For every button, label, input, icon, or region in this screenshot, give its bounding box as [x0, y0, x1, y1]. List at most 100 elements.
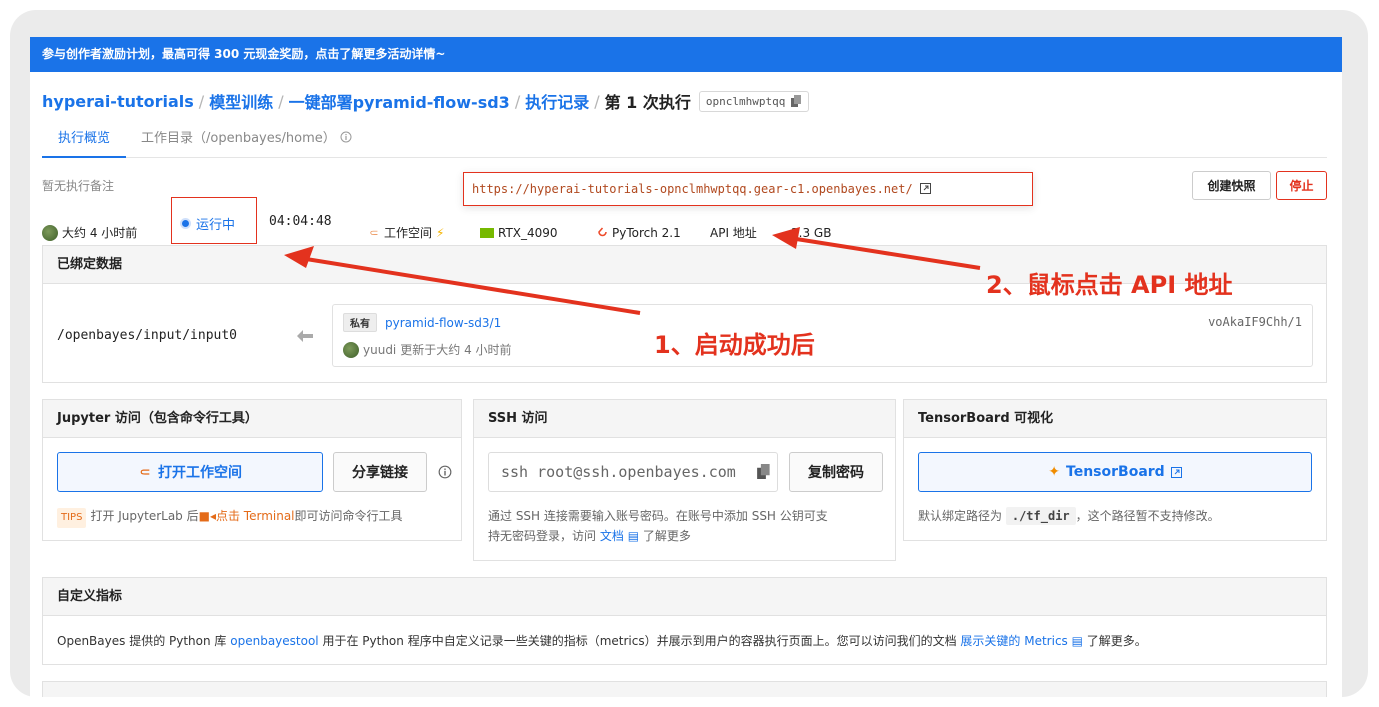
breadcrumb-project[interactable]: 一键部署pyramid-flow-sd3 — [289, 89, 510, 113]
doc-icon: ▤ — [627, 529, 640, 543]
jupyter-title: Jupyter 访问（包含命令行工具） — [43, 400, 461, 438]
doc-icon: ▤ — [1071, 634, 1083, 648]
tab-overview[interactable]: 执行概览 — [42, 128, 126, 158]
page: 参与创作者激励计划，最高可得 300 元现金奖励，点击了解更多活动详情~ hyp… — [30, 37, 1342, 697]
dataset-version: voAkaIF9Chh/1 — [1208, 315, 1302, 329]
info-icon — [340, 131, 352, 143]
promo-banner[interactable]: 参与创作者激励计划，最高可得 300 元现金奖励，点击了解更多活动详情~ — [30, 37, 1342, 72]
open-workspace-label: 打开工作空间 — [158, 465, 242, 481]
tips-text: 打开 JupyterLab 后 — [90, 509, 199, 523]
mount-path: /openbayes/input/input0 — [57, 328, 238, 343]
breadcrumb-separator: / — [198, 91, 205, 111]
metrics-text-2: 用于在 Python 程序中自定义记录一些关键的指标（metrics）并展示到用… — [322, 634, 957, 648]
open-workspace-button[interactable]: ⸦ 打开工作空间 — [57, 452, 323, 492]
tips-text-end: 即可访问命令行工具 — [294, 509, 403, 523]
breadcrumb-separator: / — [594, 91, 600, 111]
elapsed-timer: 04:04:48 — [269, 214, 332, 229]
gpu-label: RTX_4090 — [498, 226, 558, 240]
jupyter-tips: TIPS 打开 JupyterLab 后■◂点击 Terminal即可访问命令行工… — [57, 506, 403, 528]
dataset-user: yuudi — [363, 342, 397, 357]
ssh-card: SSH 访问 ssh root@ssh.openbayes.com 复制密码 通… — [473, 399, 896, 561]
metrics-description: OpenBayes 提供的 Python 库 openbayestool 用于在… — [57, 632, 1147, 649]
avatar — [42, 225, 58, 241]
run-note: 暂无执行备注 — [42, 179, 115, 193]
ssh-desc-line1: 通过 SSH 连接需要输入账号密码。在账号中添加 SSH 公钥可支 — [488, 509, 828, 523]
dataset-updated: 更新于大约 4 小时前 — [400, 343, 512, 357]
next-card — [42, 681, 1327, 697]
openbayestool-link[interactable]: openbayestool — [230, 634, 318, 648]
tensorboard-icon: ✦ — [1048, 464, 1061, 480]
tb-path: ./tf_dir — [1005, 507, 1076, 525]
workspace-label[interactable]: 工作空间 — [384, 223, 432, 243]
ssh-doc-link[interactable]: 文档 — [600, 529, 624, 543]
tips-click-terminal: 点击 Terminal — [215, 509, 295, 523]
breadcrumb: hyperai-tutorials / 模型训练 / 一键部署pyramid-f… — [42, 89, 810, 113]
metrics-text-1: OpenBayes 提供的 Python 库 — [57, 634, 227, 648]
breadcrumb-separator: / — [514, 91, 521, 111]
external-link-icon[interactable] — [919, 183, 931, 194]
info-icon[interactable] — [438, 465, 452, 479]
status-label: 运行中 — [196, 218, 236, 233]
stop-button[interactable]: 停止 — [1276, 171, 1327, 200]
breadcrumb-section[interactable]: 模型训练 — [209, 89, 273, 113]
tensorboard-title: TensorBoard 可视化 — [904, 400, 1326, 438]
run-id-chip[interactable]: opnclmhwptqq — [698, 90, 810, 112]
breadcrumb-runs[interactable]: 执行记录 — [525, 89, 589, 113]
annotation-step1: 1、启动成功后 — [654, 331, 815, 359]
framework-label: PyTorch 2.1 — [612, 226, 681, 240]
copy-password-button[interactable]: 复制密码 — [789, 452, 883, 492]
metrics-doc-link[interactable]: 展示关键的 Metrics — [960, 634, 1067, 648]
api-address-label[interactable]: API 地址 — [710, 223, 757, 243]
breadcrumb-separator: / — [278, 91, 284, 111]
jupyter-icon: ⸦ — [138, 464, 152, 481]
ssh-description: 通过 SSH 连接需要输入账号密码。在账号中添加 SSH 公钥可支 持无密码登录… — [488, 506, 828, 546]
tb-desc-1: 默认绑定路径为 — [918, 509, 1003, 523]
ssh-desc-line3: 了解更多 — [642, 529, 691, 543]
tab-bar: 执行概览 工作目录（/openbayes/home） — [42, 128, 1327, 158]
run-id: opnclmhwptqq — [705, 94, 786, 108]
ssh-title: SSH 访问 — [474, 400, 895, 438]
create-snapshot-button[interactable]: 创建快照 — [1192, 171, 1271, 200]
storage-size: 2.3 GB — [791, 226, 832, 240]
api-url-popover[interactable]: https://hyperai-tutorials-opnclmhwptqq.g… — [463, 172, 1033, 206]
metrics-text-3: 了解更多。 — [1086, 634, 1147, 648]
api-url[interactable]: https://hyperai-tutorials-opnclmhwptqq.g… — [472, 182, 913, 196]
private-tag: 私有 — [343, 313, 377, 332]
tensorboard-label: TensorBoard — [1066, 464, 1165, 480]
avatar — [343, 341, 359, 358]
share-link-button[interactable]: 分享链接 — [333, 452, 427, 492]
metrics-card: 自定义指标 OpenBayes 提供的 Python 库 openbayesto… — [42, 577, 1327, 665]
lightning-icon: ⚡ — [436, 226, 445, 240]
metrics-title: 自定义指标 — [43, 578, 1326, 616]
api-address-link[interactable]: API 地址 — [710, 223, 757, 243]
tab-workdir[interactable]: 工作目录（/openbayes/home） — [141, 128, 352, 158]
created-time-label: 大约 4 小时前 — [62, 226, 138, 240]
gpu-info: RTX_4090 — [480, 223, 558, 243]
tb-desc-2: ，这个路径暂不支持修改。 — [1075, 509, 1220, 523]
arrow-left-icon — [297, 330, 313, 342]
ssh-command-field[interactable]: ssh root@ssh.openbayes.com — [488, 452, 778, 492]
jupyter-card: Jupyter 访问（包含命令行工具） ⸦ 打开工作空间 分享链接 TIPS 打开… — [42, 399, 462, 541]
dataset-link[interactable]: pyramid-flow-sd3/1 — [385, 316, 501, 330]
pytorch-icon — [598, 227, 607, 237]
breadcrumb-org[interactable]: hyperai-tutorials — [42, 92, 194, 111]
tab-workdir-label: 工作目录（/openbayes/home） — [141, 131, 336, 146]
copy-icon[interactable] — [757, 464, 771, 479]
framework-info: PyTorch 2.1 — [597, 223, 681, 243]
status-dot-icon — [180, 218, 191, 229]
tensorboard-button[interactable]: ✦ TensorBoard — [918, 452, 1312, 492]
workspace-link[interactable]: ⸦ 工作空间 ⚡ — [368, 223, 444, 243]
copy-icon[interactable] — [791, 95, 802, 107]
ssh-command: ssh root@ssh.openbayes.com — [501, 463, 736, 481]
annotation-step2: 2、鼠标点击 API 地址 — [986, 271, 1233, 299]
status-badge: 运行中 — [180, 214, 235, 233]
tensorboard-card: TensorBoard 可视化 ✦ TensorBoard 默认绑定路径为 ./… — [903, 399, 1327, 541]
dataset-item[interactable]: 私有 pyramid-flow-sd3/1 yuudi 更新于大约 4 小时前 … — [332, 304, 1313, 367]
created-time: 大约 4 小时前 — [42, 223, 137, 243]
page-title: 第 1 次执行 — [604, 93, 691, 112]
tensorboard-description: 默认绑定路径为 ./tf_dir ，这个路径暂不支持修改。 — [918, 506, 1220, 526]
tips-tag: TIPS — [57, 508, 87, 528]
nvidia-icon — [480, 228, 494, 238]
ssh-desc-line2: 持无密码登录，访问 — [488, 529, 597, 543]
terminal-icon: ■◂ — [198, 509, 216, 523]
